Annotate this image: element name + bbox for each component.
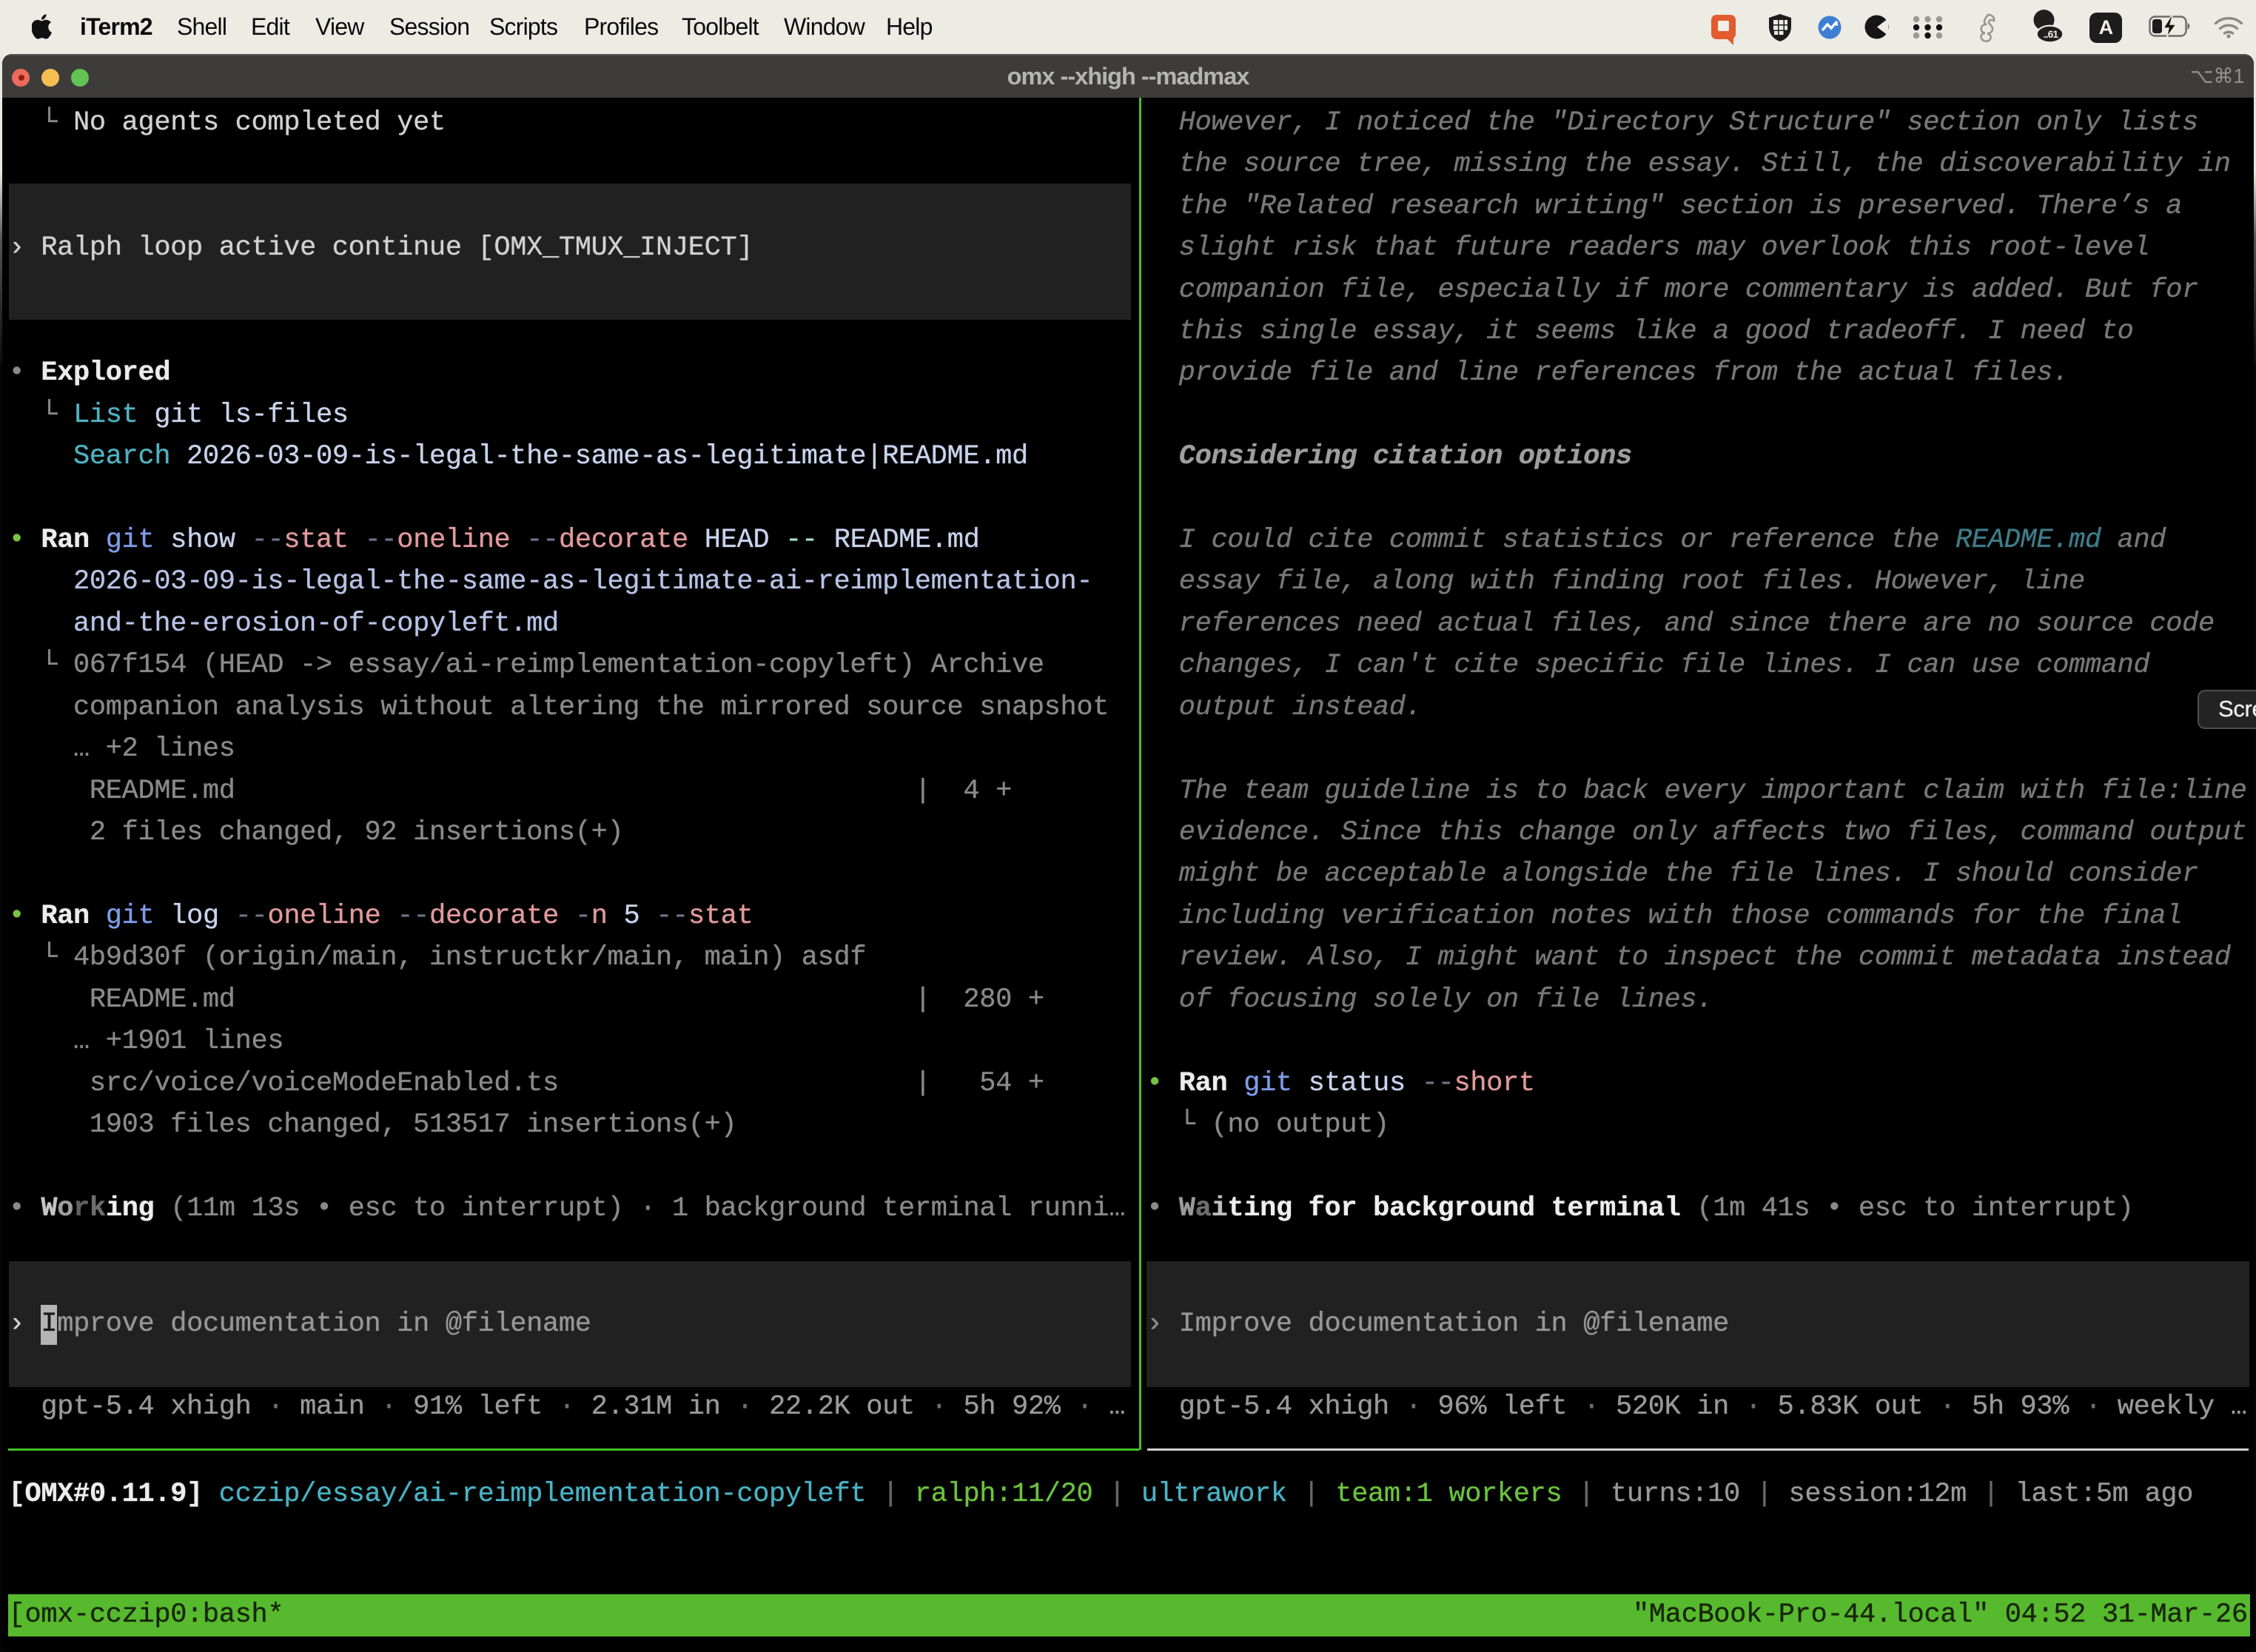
svg-text:..61: ..61 [2044,29,2059,40]
